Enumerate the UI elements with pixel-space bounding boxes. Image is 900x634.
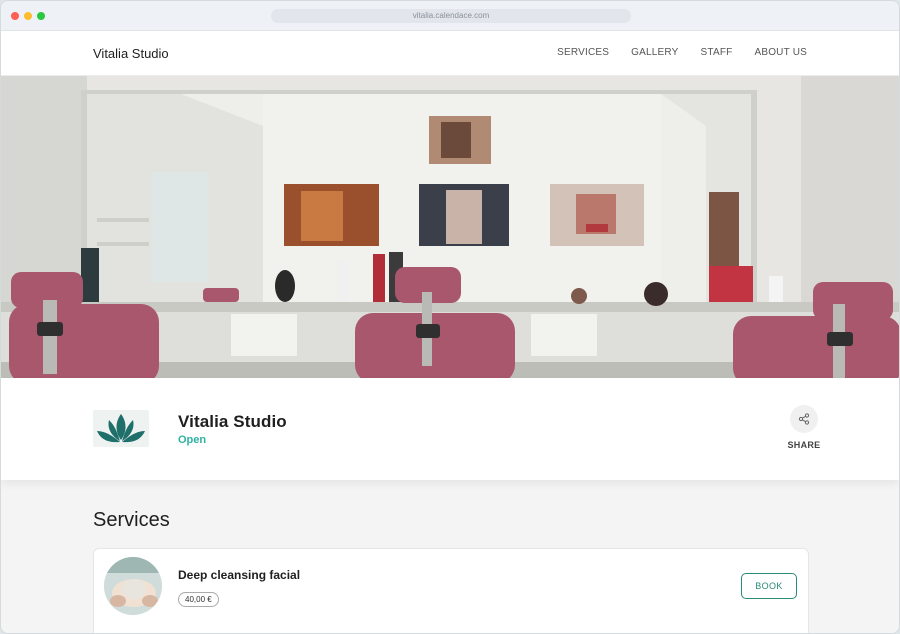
maximize-window-button[interactable] bbox=[37, 12, 45, 20]
salon-interior-photo bbox=[1, 76, 899, 378]
service-price-badge: 40,00 € bbox=[178, 592, 219, 607]
open-status: Open bbox=[178, 434, 207, 446]
minimize-window-button[interactable] bbox=[24, 12, 32, 20]
share-button[interactable] bbox=[790, 405, 818, 433]
lotus-logo-icon bbox=[93, 410, 149, 447]
window-controls bbox=[11, 12, 45, 20]
book-button[interactable]: BOOK bbox=[741, 573, 797, 599]
close-window-button[interactable] bbox=[11, 12, 19, 20]
main-nav: SERVICES GALLERY STAFF ABOUT US bbox=[557, 47, 807, 58]
browser-chrome: vitalia.calendace.com bbox=[1, 1, 899, 31]
service-card[interactable]: Deep cleansing facial 40,00 € BOOK bbox=[93, 548, 809, 633]
share-label[interactable]: SHARE bbox=[781, 440, 827, 450]
address-bar[interactable]: vitalia.calendace.com bbox=[271, 9, 631, 23]
business-name: Vitalia Studio bbox=[178, 412, 287, 431]
site-header: Vitalia Studio SERVICES GALLERY STAFF AB… bbox=[1, 31, 899, 76]
service-thumbnail bbox=[104, 557, 162, 615]
nav-about-us[interactable]: ABOUT US bbox=[754, 47, 807, 58]
nav-services[interactable]: SERVICES bbox=[557, 47, 609, 58]
business-profile: Vitalia Studio Open SHARE bbox=[1, 378, 899, 480]
share-icon bbox=[798, 413, 810, 425]
hero-image bbox=[1, 76, 899, 378]
nav-gallery[interactable]: GALLERY bbox=[631, 47, 678, 58]
service-name: Deep cleansing facial bbox=[178, 568, 301, 582]
nav-staff[interactable]: STAFF bbox=[701, 47, 733, 58]
browser-window: vitalia.calendace.com Vitalia Studio SER… bbox=[0, 0, 900, 634]
site-brand[interactable]: Vitalia Studio bbox=[93, 46, 169, 61]
services-heading: Services bbox=[93, 509, 170, 531]
